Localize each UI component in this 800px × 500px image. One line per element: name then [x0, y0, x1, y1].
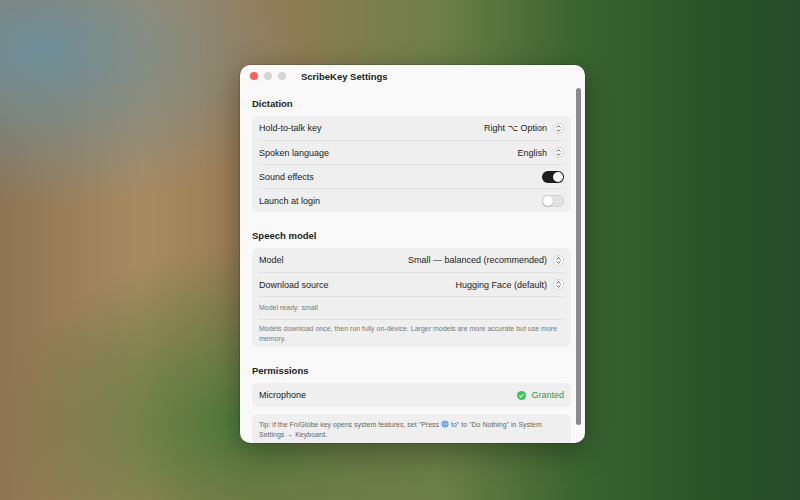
select-control[interactable]: Right ⌥ Option: [484, 123, 564, 134]
note-row: Models download once, then run fully on-…: [259, 319, 564, 347]
setting-row: Hold-to-talk key Right ⌥ Option: [259, 116, 564, 140]
window-body: Dictation Hold-to-talk key Right ⌥ Option S…: [240, 87, 585, 443]
settings-window: ScribeKey Settings Dictation Hold-to-talk …: [240, 65, 585, 443]
scroll-thumb[interactable]: [576, 88, 581, 425]
setting-label: Download source: [259, 280, 329, 290]
minimize-button[interactable]: [264, 72, 272, 80]
zoom-button[interactable]: [278, 72, 286, 80]
setting-label: Microphone: [259, 390, 306, 400]
setting-row: Sound effects: [259, 164, 564, 188]
setting-row: Model Small — balanced (recommended): [259, 248, 564, 272]
select-value: Right ⌥ Option: [484, 123, 547, 133]
section-heading: Dictation: [252, 98, 571, 110]
globe-icon: [441, 420, 449, 428]
note-text: Models download once, then run fully on-…: [259, 324, 564, 343]
permission-status: Granted: [517, 390, 564, 400]
toggle-knob: [543, 196, 553, 206]
settings-group: Model Small — balanced (recommended) Downl…: [252, 248, 571, 347]
select-value: Small — balanced (recommended): [408, 255, 547, 265]
settings-section: Permissions Microphone Granted: [252, 365, 571, 407]
stepper-icon: [553, 123, 564, 134]
desktop-wallpaper: ScribeKey Settings Dictation Hold-to-talk …: [0, 0, 800, 500]
stepper-icon: [553, 147, 564, 158]
check-icon: [517, 391, 526, 400]
note-text: Model ready: small: [259, 303, 318, 313]
setting-row: Microphone Granted: [259, 383, 564, 407]
stepper-icon: [553, 255, 564, 266]
scrollbar[interactable]: [576, 87, 582, 443]
toggle-knob: [553, 172, 563, 182]
setting-row: Launch at login: [259, 188, 564, 212]
setting-label: Spoken language: [259, 148, 329, 158]
select-control[interactable]: Hugging Face (default): [455, 279, 564, 290]
setting-label: Hold-to-talk key: [259, 123, 322, 133]
select-value: English: [517, 148, 547, 158]
select-control[interactable]: English: [517, 147, 564, 158]
toggle-switch[interactable]: [542, 171, 564, 183]
setting-row: Spoken language English: [259, 140, 564, 164]
setting-label: Model: [259, 255, 284, 265]
select-value: Hugging Face (default): [455, 280, 547, 290]
stepper-icon: [553, 279, 564, 290]
setting-label: Launch at login: [259, 196, 320, 206]
settings-group: Hold-to-talk key Right ⌥ Option Spoken lan…: [252, 116, 571, 212]
select-control[interactable]: Small — balanced (recommended): [408, 255, 564, 266]
title-bar: ScribeKey Settings: [240, 65, 585, 87]
settings-section: Speech model Model Small — balanced (recom…: [252, 230, 571, 347]
setting-row: Download source Hugging Face (default): [259, 272, 564, 296]
toggle-switch[interactable]: [542, 195, 564, 207]
window-title: ScribeKey Settings: [301, 71, 388, 82]
note-row: Model ready: small: [259, 296, 564, 319]
settings-section: Dictation Hold-to-talk key Right ⌥ Option S…: [252, 98, 571, 212]
settings-content: Dictation Hold-to-talk key Right ⌥ Option S…: [252, 87, 571, 443]
tip-box: Tip: if the Fn/Globe key opens system fe…: [252, 414, 571, 443]
close-button[interactable]: [250, 72, 258, 80]
section-heading: Speech model: [252, 230, 571, 242]
setting-label: Sound effects: [259, 172, 314, 182]
settings-group: Microphone Granted: [252, 383, 571, 407]
status-text: Granted: [531, 390, 564, 400]
section-heading: Permissions: [252, 365, 571, 377]
